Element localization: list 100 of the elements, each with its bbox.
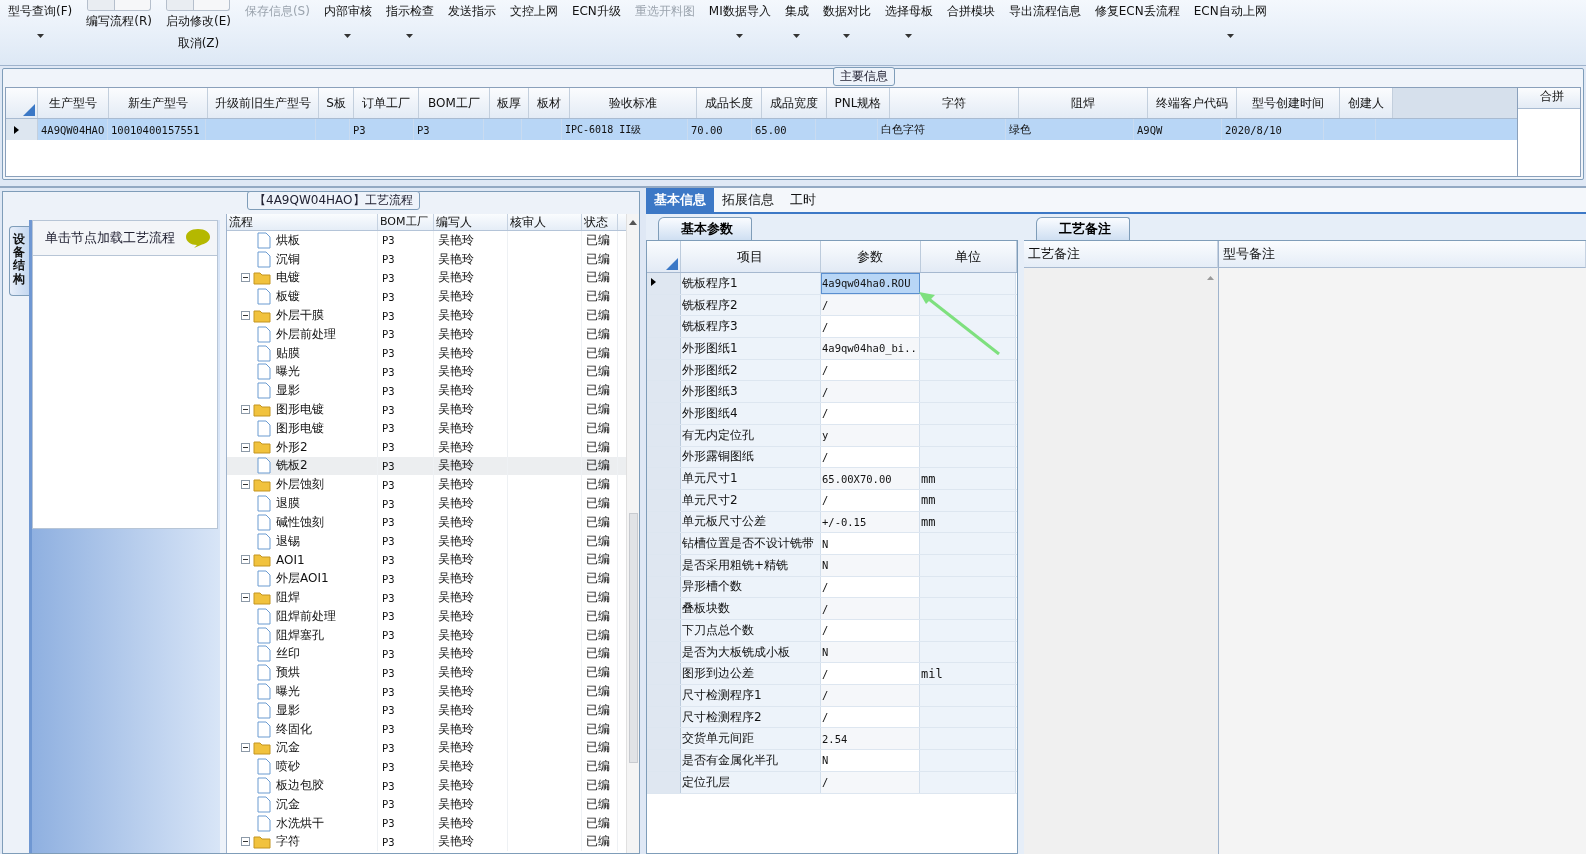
tab[interactable]: 工时 — [782, 188, 824, 212]
table-row[interactable]: 异形槽个数 / — [647, 576, 1017, 599]
toolbar-button[interactable]: 编写流程(R) — [86, 13, 152, 30]
toolbar-button[interactable]: 启动修改(E) — [165, 13, 231, 30]
table-row[interactable]: 外形露铜图纸 / — [647, 446, 1017, 469]
tree-row[interactable]: 喷砂 P3 吴艳玲 已编 — [227, 757, 626, 777]
tree-row[interactable]: 阻焊前处理 P3 吴艳玲 已编 — [227, 606, 626, 626]
tree-row[interactable]: 沉金 P3 吴艳玲 已编 — [227, 794, 626, 814]
column-header[interactable]: 阻焊 — [1019, 88, 1148, 118]
column-header[interactable]: 单位 — [920, 241, 1017, 272]
table-cell[interactable]: 4a9qw04ha0.ROU — [821, 273, 920, 294]
caret-icon[interactable] — [843, 34, 851, 38]
toggle-switch[interactable] — [87, 0, 152, 11]
table-row[interactable]: 是否为大板铣成小板 N — [647, 641, 1017, 664]
tree-row[interactable]: 阻焊 P3 吴艳玲 已编 — [227, 588, 626, 607]
tree-row[interactable]: 电镀 P3 吴艳玲 已编 — [227, 268, 626, 288]
tree-row[interactable]: 沉金 P3 吴艳玲 已编 — [227, 738, 626, 758]
toolbar-button[interactable]: 型号查询(F) — [8, 0, 73, 20]
collapse-icon[interactable] — [241, 480, 250, 490]
column-header[interactable]: 成品长度 — [697, 88, 762, 118]
toolbar-button[interactable]: 导出流程信息 — [1008, 0, 1081, 20]
collapse-icon[interactable] — [241, 555, 250, 565]
table-row[interactable]: 交货单元间距 2.54 — [647, 728, 1017, 751]
table-cell[interactable]: / — [821, 576, 920, 598]
column-header[interactable]: 新生产型号 — [109, 88, 208, 118]
column-header[interactable]: 终端客户代码 — [1148, 88, 1237, 118]
tree-row[interactable]: 烘板 P3 吴艳玲 已编 — [227, 231, 626, 250]
table-row[interactable]: 单元尺寸1 65.00X70.00 mm — [647, 468, 1017, 490]
table-cell[interactable]: / — [821, 403, 920, 424]
toolbar-button[interactable]: ECN升级 — [571, 0, 621, 20]
table-row[interactable]: 下刀点总个数 / — [647, 620, 1017, 642]
caret-icon[interactable] — [793, 34, 801, 38]
tree-row[interactable]: AOI1 P3 吴艳玲 已编 — [227, 550, 626, 570]
table-cell[interactable]: / — [821, 489, 920, 511]
tab[interactable]: 拓展信息 — [714, 188, 782, 212]
table-cell[interactable]: +/-0.15 — [821, 511, 920, 533]
tree-row[interactable]: 铣板2 P3 吴艳玲 已编 — [227, 456, 626, 476]
tree-row[interactable]: 图形电镀 P3 吴艳玲 已编 — [227, 400, 626, 419]
column-header[interactable]: 型号备注 — [1219, 241, 1586, 268]
collapse-icon[interactable] — [241, 405, 250, 415]
table-cell[interactable]: / — [821, 294, 920, 316]
tree-row[interactable]: 退锡 P3 吴艳玲 已编 — [227, 531, 626, 551]
table-row[interactable]: 钻槽位置是否不设计铣带 N — [647, 533, 1017, 555]
column-header[interactable]: BOM工厂 — [419, 88, 490, 118]
tree-row[interactable]: 阻焊塞孔 P3 吴艳玲 已编 — [227, 625, 626, 645]
tab[interactable]: 基本信息 — [646, 188, 714, 212]
tree-row[interactable]: 外层AOI1 P3 吴艳玲 已编 — [227, 569, 626, 589]
column-header[interactable]: 项目 — [680, 241, 822, 272]
tree-row[interactable]: 贴膜 P3 吴艳玲 已编 — [227, 343, 626, 363]
column-header[interactable]: BOM工厂 — [378, 214, 434, 230]
column-header[interactable]: 参数 — [821, 241, 921, 272]
tree-row[interactable]: 显影 P3 吴艳玲 已编 — [227, 700, 626, 720]
table-cell[interactable]: / — [821, 446, 920, 468]
table-cell[interactable]: / — [821, 620, 920, 641]
scroll-up-icon[interactable] — [629, 220, 637, 225]
table-row[interactable]: 外形图纸3 / — [647, 381, 1017, 404]
table-cell[interactable]: / — [821, 598, 920, 619]
column-header[interactable]: 升级前旧生产型号 — [208, 88, 319, 118]
toolbar-button[interactable]: 集成 — [784, 0, 809, 20]
table-row[interactable]: 4A9QW04HAO 10010400157551 P3 P3 IPC-6018 II级 70.00 65.00 白色字符 绿色 A9QW 2020/8/10 — [6, 119, 1517, 140]
table-cell[interactable]: 65.00X70.00 — [821, 468, 920, 489]
column-header[interactable]: 型号创建时间 — [1237, 88, 1340, 118]
column-header[interactable]: S板 — [319, 88, 354, 118]
tab[interactable]: 工艺备注 — [1036, 217, 1130, 240]
tree-row[interactable]: 丝印 P3 吴艳玲 已编 — [227, 644, 626, 664]
table-cell[interactable]: y — [821, 424, 920, 446]
collapse-icon[interactable] — [241, 442, 250, 452]
table-row[interactable]: 单元板尺寸公差 +/-0.15 mm — [647, 511, 1017, 534]
toolbar-button[interactable]: 文控上网 — [509, 0, 558, 20]
table-row[interactable]: 外形图纸2 / — [647, 359, 1017, 382]
table-cell[interactable]: / — [821, 685, 920, 706]
table-cell[interactable]: / — [821, 381, 920, 403]
caret-icon[interactable] — [1226, 34, 1234, 38]
tree-row[interactable]: 显影 P3 吴艳玲 已编 — [227, 381, 626, 401]
table-cell[interactable]: 4a9qw04ha0_bi... — [821, 338, 920, 359]
tree-row[interactable]: 外形2 P3 吴艳玲 已编 — [227, 437, 626, 457]
column-header[interactable]: 流程 — [227, 214, 378, 230]
column-header[interactable]: PNL规格 — [827, 88, 890, 118]
column-header[interactable]: 订单工厂 — [354, 88, 419, 118]
column-header[interactable]: 成品宽度 — [762, 88, 827, 118]
caret-icon[interactable] — [736, 34, 744, 38]
toolbar-button[interactable]: 修复ECN丢流程 — [1094, 0, 1180, 20]
toolbar-button[interactable]: 指示检查 — [385, 0, 434, 20]
tree-row[interactable]: 退膜 P3 吴艳玲 已编 — [227, 494, 626, 513]
toolbar-button[interactable]: 内部审核 — [323, 0, 372, 20]
tree-row[interactable]: 外层蚀刻 P3 吴艳玲 已编 — [227, 475, 626, 495]
caret-icon[interactable] — [344, 34, 352, 38]
column-header[interactable]: 生产型号 — [38, 88, 109, 118]
column-header[interactable]: 板材 — [529, 88, 570, 118]
tree-row[interactable]: 外层干膜 P3 吴艳玲 已编 — [227, 306, 626, 325]
tree-row[interactable]: 沉铜 P3 吴艳玲 已编 — [227, 249, 626, 269]
scrollbar[interactable] — [626, 214, 639, 853]
caret-icon[interactable] — [905, 34, 913, 38]
collapse-icon[interactable] — [241, 837, 250, 847]
column-header[interactable]: 状态 — [582, 214, 618, 230]
column-header[interactable]: 板厚 — [490, 88, 529, 118]
tree-row[interactable]: 终固化 P3 吴艳玲 已编 — [227, 719, 626, 739]
tree-row[interactable]: 曝光 P3 吴艳玲 已编 — [227, 362, 626, 382]
collapse-icon[interactable] — [241, 273, 250, 283]
toolbar-button[interactable]: 选择母板 — [884, 0, 933, 20]
